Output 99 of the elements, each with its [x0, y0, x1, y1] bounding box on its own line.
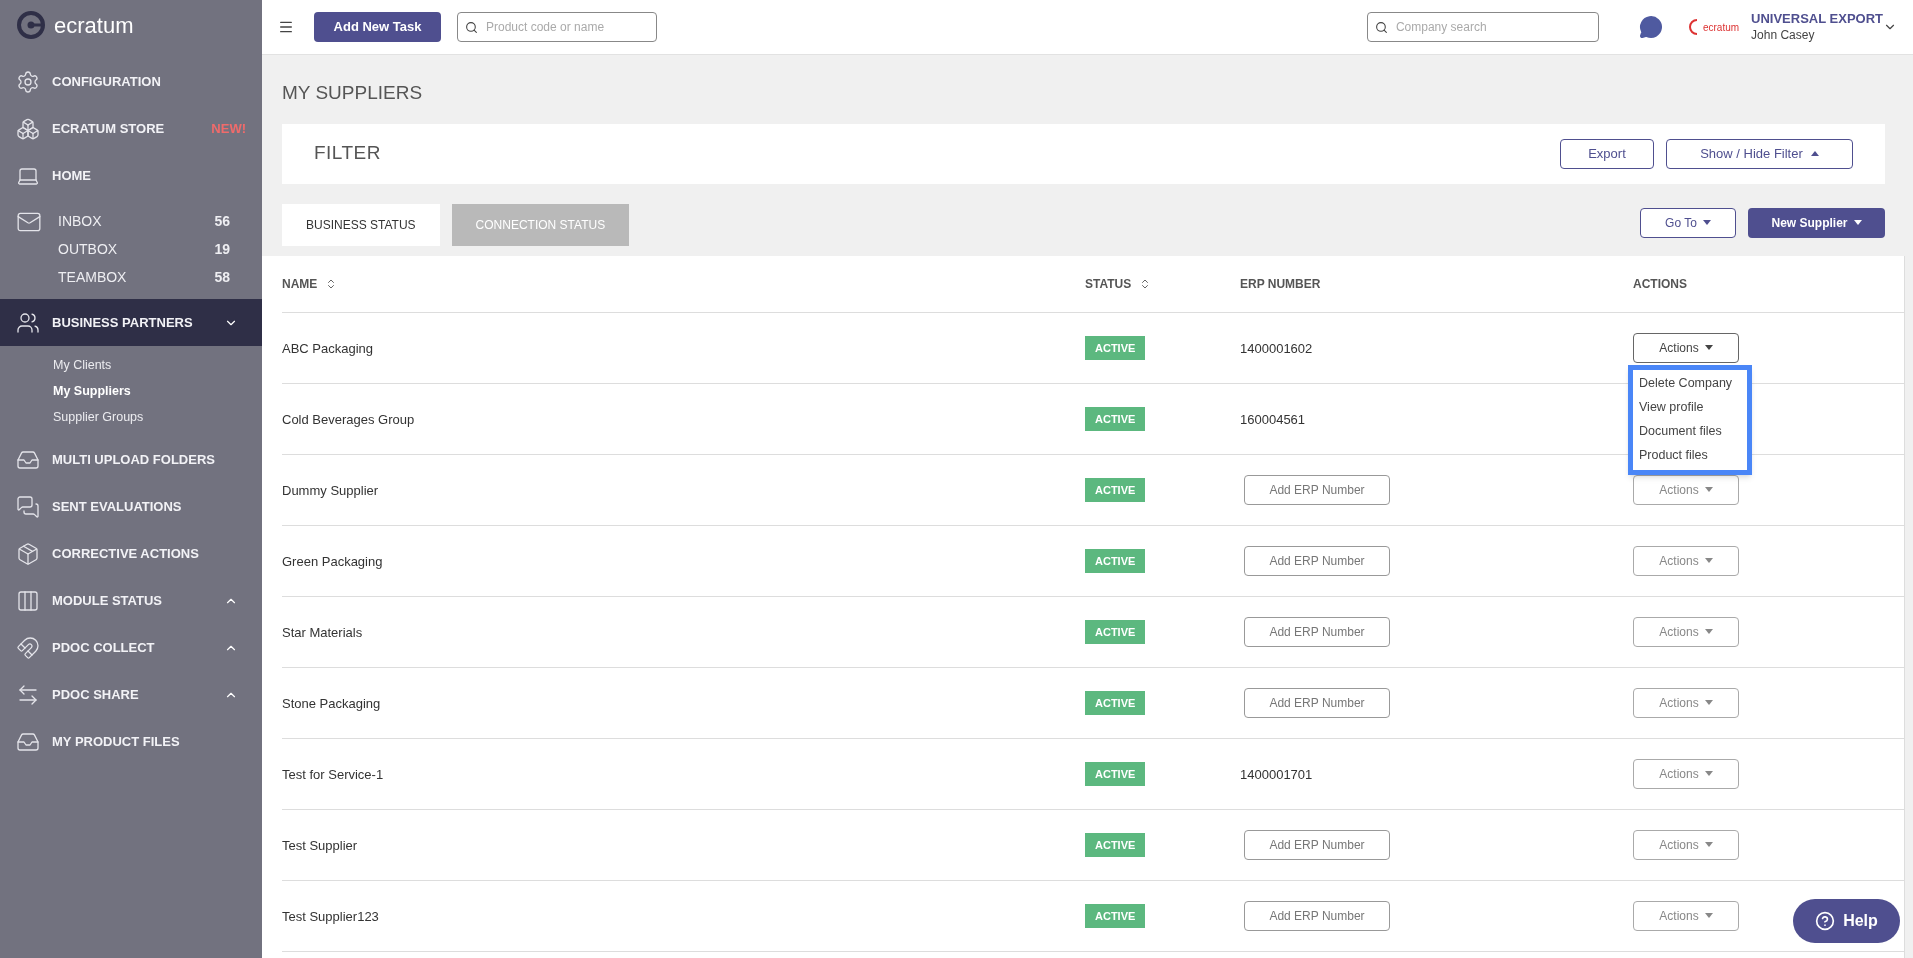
new-supplier-button[interactable]: New Supplier: [1748, 207, 1885, 238]
sidebar-item[interactable]: HOME: [0, 152, 262, 199]
actions-button[interactable]: Actions: [1633, 332, 1739, 363]
actions-button[interactable]: Actions: [1633, 687, 1739, 718]
actions-button[interactable]: Actions: [1633, 829, 1739, 860]
actions-button[interactable]: Actions: [1633, 900, 1739, 931]
product-search-field[interactable]: Product code or name: [457, 12, 657, 42]
erp-number-field[interactable]: Add ERP Number: [1244, 900, 1390, 931]
mailbox-item[interactable]: OUTBOX 19: [58, 235, 230, 263]
export-button[interactable]: Export: [1560, 138, 1654, 169]
add-task-button[interactable]: Add New Task: [314, 12, 441, 42]
status-badge: ACTIVE: [1085, 335, 1146, 361]
search-icon: [1374, 21, 1388, 34]
go-to-button[interactable]: Go To: [1640, 207, 1736, 238]
supplier-name: ABC Packaging: [282, 340, 374, 356]
supplier-name: Star Materials: [282, 624, 363, 640]
supplier-name: Cold Beverages Group: [282, 411, 415, 427]
column-header: ERP NUMBER: [1240, 275, 1321, 293]
supplier-name: Test Supplier: [282, 837, 358, 853]
erp-number-field[interactable]: Add ERP Number: [1244, 545, 1390, 576]
actions-button[interactable]: Actions: [1633, 616, 1739, 647]
box-icon: [16, 541, 40, 566]
status-badge: ACTIVE: [1085, 477, 1146, 503]
caret-icon: [1702, 220, 1711, 225]
menu-item[interactable]: Delete Company: [1639, 371, 1747, 396]
chat-icon[interactable]: [1638, 15, 1663, 39]
filter-title: FILTER: [314, 141, 381, 166]
status-badge: ACTIVE: [1085, 903, 1146, 929]
sidebar-item[interactable]: PDOC COLLECT: [0, 624, 262, 671]
sidebar-item[interactable]: PDOC SHARE: [0, 671, 262, 718]
erp-number-field[interactable]: Add ERP Number: [1244, 616, 1390, 647]
filter-toggle-button[interactable]: Show / Hide Filter: [1666, 138, 1853, 169]
company-search-field[interactable]: Company search: [1366, 12, 1599, 42]
sidebar-item[interactable]: BUSINESS PARTNERS: [0, 299, 262, 346]
status-badge: ACTIVE: [1085, 761, 1146, 787]
caret-icon: [1704, 771, 1713, 776]
sidebar-item[interactable]: MODULE STATUS: [0, 577, 262, 624]
speech-bubbles-icon: [16, 494, 40, 519]
company-name: UNIVERSAL EXPORT: [1751, 11, 1883, 28]
supplier-name: Test Supplier123: [282, 908, 379, 924]
status-badge: ACTIVE: [1085, 619, 1146, 645]
caret-icon: [1704, 345, 1713, 350]
submenu-item[interactable]: Supplier Groups: [0, 404, 262, 430]
mailbox-item[interactable]: INBOX 56: [58, 207, 230, 235]
magnet-icon: [16, 635, 40, 660]
menu-item[interactable]: View profile: [1639, 395, 1747, 420]
menu-item[interactable]: Product files: [1639, 443, 1747, 468]
submenu-item[interactable]: My Suppliers: [0, 378, 262, 404]
submenu-item[interactable]: My Clients: [0, 352, 262, 378]
caret-icon: [1704, 842, 1713, 847]
caret-icon: [1810, 151, 1819, 156]
supplier-name: Stone Packaging: [282, 695, 381, 711]
sidebar-item[interactable]: CORRECTIVE ACTIONS: [0, 530, 262, 577]
caret-icon: [1853, 220, 1862, 225]
status-badge: ACTIVE: [1085, 406, 1146, 432]
actions-button[interactable]: Actions: [1633, 545, 1739, 576]
new-label: NEW!: [211, 119, 246, 138]
erp-number-field[interactable]: Add ERP Number: [1244, 687, 1390, 718]
company-logo-text: ecratum: [1702, 20, 1740, 35]
actions-button[interactable]: Actions: [1633, 474, 1739, 505]
question-icon: [1815, 911, 1836, 931]
erp-number-field[interactable]: Add ERP Number: [1244, 474, 1390, 505]
people-icon: [16, 310, 40, 335]
sidebar-item[interactable]: CONFIGURATION: [0, 58, 262, 105]
search-icon: [465, 21, 478, 34]
status-badge: ACTIVE: [1085, 690, 1146, 716]
menu-icon[interactable]: [278, 19, 294, 35]
status-badge: ACTIVE: [1085, 832, 1146, 858]
logo-text: ecratum: [54, 11, 134, 40]
sidebar-item[interactable]: ECRATUM STORE NEW!: [0, 105, 262, 152]
tab[interactable]: BUSINESS STATUS: [282, 203, 440, 246]
erp-number: 160004561: [1240, 411, 1306, 427]
cubes-icon: [16, 116, 40, 141]
page-title: MY SUPPLIERS: [282, 81, 424, 105]
caret-icon: [1704, 913, 1713, 918]
actions-button[interactable]: Actions: [1633, 758, 1739, 789]
mailbox-item[interactable]: TEAMBOX 58: [58, 263, 230, 291]
erp-number-field[interactable]: Add ERP Number: [1244, 829, 1390, 860]
status-badge: ACTIVE: [1085, 548, 1146, 574]
column-header[interactable]: STATUS: [1085, 274, 1132, 293]
supplier-name: Test for Service-1: [282, 766, 384, 782]
user-name: John Casey: [1751, 27, 1816, 43]
sidebar-item[interactable]: MULTI UPLOAD FOLDERS: [0, 436, 262, 483]
company-logo-icon: [1686, 17, 1699, 37]
supplier-name: Dummy Supplier: [282, 482, 379, 498]
caret-icon: [1704, 700, 1713, 705]
sidebar-item[interactable]: MY PRODUCT FILES: [0, 718, 262, 765]
caret-icon: [1704, 558, 1713, 563]
caret-icon: [1704, 629, 1713, 634]
supplier-name: Green Packaging: [282, 553, 383, 569]
logo-icon: [16, 10, 46, 40]
help-button[interactable]: Help: [1793, 899, 1900, 943]
column-header[interactable]: NAME: [282, 274, 318, 293]
column-header: ACTIONS: [1633, 275, 1687, 293]
erp-number: 1400001602: [1240, 340, 1313, 356]
menu-item[interactable]: Document files: [1639, 419, 1747, 444]
caret-icon: [1704, 487, 1713, 492]
sidebar-item[interactable]: SENT EVALUATIONS: [0, 483, 262, 530]
erp-number: 1400001701: [1240, 766, 1313, 782]
